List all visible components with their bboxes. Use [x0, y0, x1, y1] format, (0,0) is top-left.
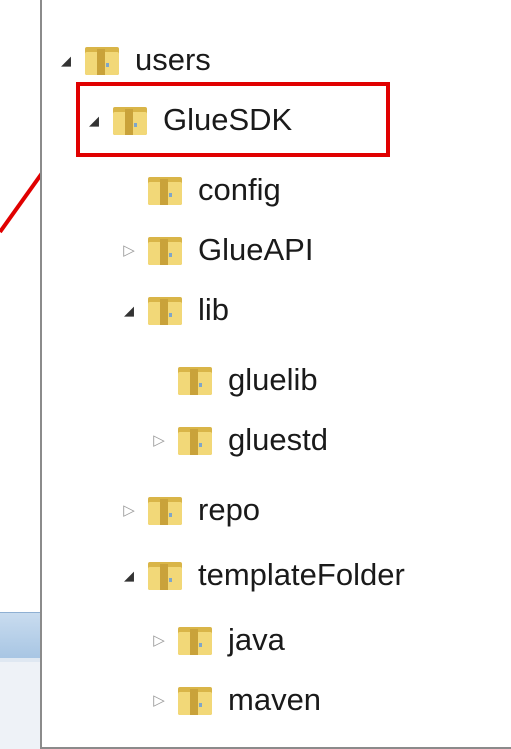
folder-icon [148, 237, 182, 265]
expanded-arrow-icon[interactable]: ◢ [59, 53, 73, 67]
expanded-arrow-icon[interactable]: ◢ [122, 568, 136, 582]
background-window-strip [0, 658, 40, 662]
folder-icon [178, 687, 212, 715]
tree-node-lib[interactable]: ◢ lib [122, 284, 229, 336]
highlight-box-gluesdk [76, 82, 390, 157]
tree-node-label: users [135, 42, 211, 77]
tree-node-config[interactable]: config [122, 164, 281, 216]
tree-node-label: gluelib [228, 362, 318, 397]
tree-node-label: templateFolder [198, 557, 405, 592]
tree-node-label: lib [198, 292, 230, 327]
collapsed-arrow-icon[interactable]: ▷ [152, 693, 166, 708]
collapsed-arrow-icon[interactable]: ▷ [122, 503, 136, 518]
folder-icon [148, 177, 182, 205]
collapsed-arrow-icon[interactable]: ▷ [152, 433, 166, 448]
tree-node-label: repo [198, 492, 261, 527]
collapsed-arrow-icon[interactable]: ▷ [152, 633, 166, 648]
tree-node-glueapi[interactable]: ▷ GlueAPI [122, 224, 313, 276]
tree-node-label: config [198, 172, 281, 207]
folder-icon [178, 367, 212, 395]
folder-icon [148, 497, 182, 525]
tree-node-users[interactable]: ◢ users [59, 34, 211, 86]
background-window-bar [0, 612, 40, 659]
folder-icon [178, 627, 212, 655]
tree-node-label: java [228, 622, 285, 657]
collapsed-arrow-icon[interactable]: ▷ [122, 243, 136, 258]
expanded-arrow-icon[interactable]: ◢ [122, 303, 136, 317]
tree-node-gluestd[interactable]: ▷ gluestd [152, 414, 328, 466]
tree-node-maven[interactable]: ▷ maven [152, 674, 321, 726]
tree-node-templatefolder[interactable]: ◢ templateFolder [122, 549, 405, 601]
tree-node-repo[interactable]: ▷ repo [122, 484, 260, 536]
folder-icon [148, 562, 182, 590]
folder-icon [148, 297, 182, 325]
tree-node-label: maven [228, 682, 322, 717]
tree-node-gluelib[interactable]: gluelib [152, 354, 318, 406]
background-window [0, 612, 40, 749]
tree-node-label: gluestd [228, 422, 328, 457]
folder-icon [178, 427, 212, 455]
tree-node-label: GlueAPI [198, 232, 314, 267]
folder-icon [85, 47, 119, 75]
tree-node-java[interactable]: ▷ java [152, 614, 285, 666]
